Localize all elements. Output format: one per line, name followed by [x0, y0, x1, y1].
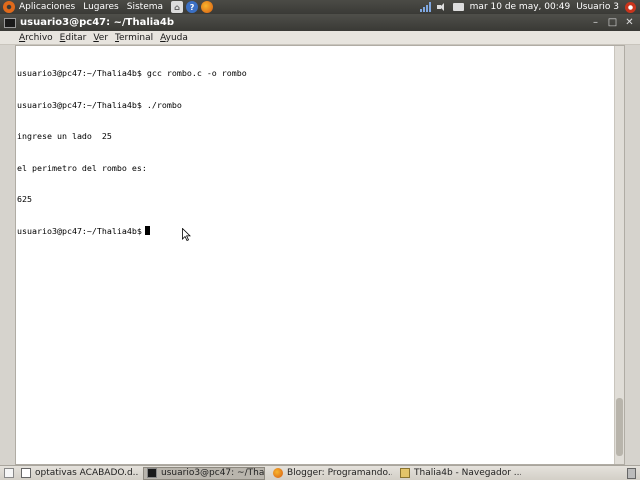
taskbar-item-label: Blogger: Programando...	[287, 468, 392, 478]
ubuntu-logo-icon[interactable]	[3, 1, 15, 13]
taskbar-item-label: usuario3@pc47: ~/Tha...	[161, 468, 265, 478]
menu-archivo[interactable]: Archivo	[19, 33, 53, 43]
terminal-output[interactable]: usuario3@pc47:~/Thalia4b$ gcc rombo.c -o…	[15, 45, 625, 465]
scrollbar-thumb[interactable]	[616, 398, 623, 456]
taskbar-item[interactable]: Thalia4b - Navegador ...	[397, 467, 521, 480]
power-icon[interactable]	[625, 1, 636, 13]
taskbar-item[interactable]: Blogger: Programando...	[270, 467, 392, 480]
window-title: usuario3@pc47: ~/Thalia4b	[20, 17, 175, 28]
menu-ver[interactable]: Ver	[93, 33, 108, 43]
help-icon[interactable]: ?	[186, 1, 199, 13]
terminal-line: usuario3@pc47:~/Thalia4b$ gcc rombo.c -o…	[17, 68, 247, 78]
menu-aplicaciones[interactable]: Aplicaciones	[19, 2, 75, 12]
window-controls: – □ ✕	[589, 16, 636, 29]
top-panel: Aplicaciones Lugares Sistema ⌂ ? mar 10 …	[0, 0, 640, 14]
taskbar-item-label: optativas ACABADO.d...	[35, 468, 138, 478]
panel-tray: mar 10 de may, 00:49 Usuario 3	[419, 0, 636, 14]
menu-editar[interactable]: Editar	[60, 33, 87, 43]
taskbar-item-active[interactable]: usuario3@pc47: ~/Tha...	[143, 466, 265, 480]
window-menubar: Archivo Editar Ver Terminal Ayuda	[0, 31, 640, 45]
taskbar-item-label: Thalia4b - Navegador ...	[414, 468, 521, 478]
network-signal-icon[interactable]	[419, 2, 431, 12]
text-cursor	[144, 225, 150, 235]
terminal-line: ingrese un lado 25	[17, 131, 112, 141]
menu-sistema[interactable]: Sistema	[127, 2, 163, 12]
home-folder-icon[interactable]: ⌂	[171, 1, 184, 13]
terminal-window: usuario3@pc47: ~/Thalia4b – □ ✕ Archivo …	[0, 14, 640, 465]
firefox-icon	[273, 468, 283, 478]
taskbar-item[interactable]: optativas ACABADO.d...	[18, 467, 138, 480]
show-desktop-icon[interactable]	[4, 468, 14, 478]
terminal-line: usuario3@pc47:~/Thalia4b$ ./rombo	[17, 99, 182, 110]
menu-terminal[interactable]: Terminal	[115, 33, 153, 43]
menu-ayuda[interactable]: Ayuda	[160, 33, 188, 43]
terminal-icon	[147, 468, 157, 478]
minimize-button[interactable]: –	[589, 16, 602, 29]
terminal-line: 625	[17, 194, 32, 204]
terminal-line: el perimetro del rombo es:	[17, 162, 147, 173]
document-icon	[21, 468, 31, 478]
menu-lugares[interactable]: Lugares	[83, 2, 119, 12]
clock[interactable]: mar 10 de may, 00:49	[470, 2, 571, 12]
bottom-taskbar: optativas ACABADO.d... usuario3@pc47: ~/…	[0, 465, 640, 480]
user-switcher[interactable]: Usuario 3	[576, 2, 619, 12]
firefox-icon[interactable]	[201, 1, 214, 13]
window-titlebar[interactable]: usuario3@pc47: ~/Thalia4b – □ ✕	[0, 14, 640, 31]
terminal-lines: usuario3@pc47:~/Thalia4b$ gcc rombo.c -o…	[17, 47, 247, 257]
volume-icon[interactable]	[436, 2, 447, 12]
mail-icon[interactable]	[452, 3, 464, 11]
trash-icon[interactable]	[627, 468, 636, 479]
maximize-button[interactable]: □	[606, 16, 619, 29]
close-button[interactable]: ✕	[623, 16, 636, 29]
terminal-icon	[4, 17, 16, 28]
terminal-prompt: usuario3@pc47:~/Thalia4b$	[17, 225, 142, 236]
vertical-scrollbar[interactable]	[614, 46, 624, 464]
terminal-prompt-line: usuario3@pc47:~/Thalia4b$	[17, 225, 247, 237]
folder-icon	[400, 468, 410, 478]
